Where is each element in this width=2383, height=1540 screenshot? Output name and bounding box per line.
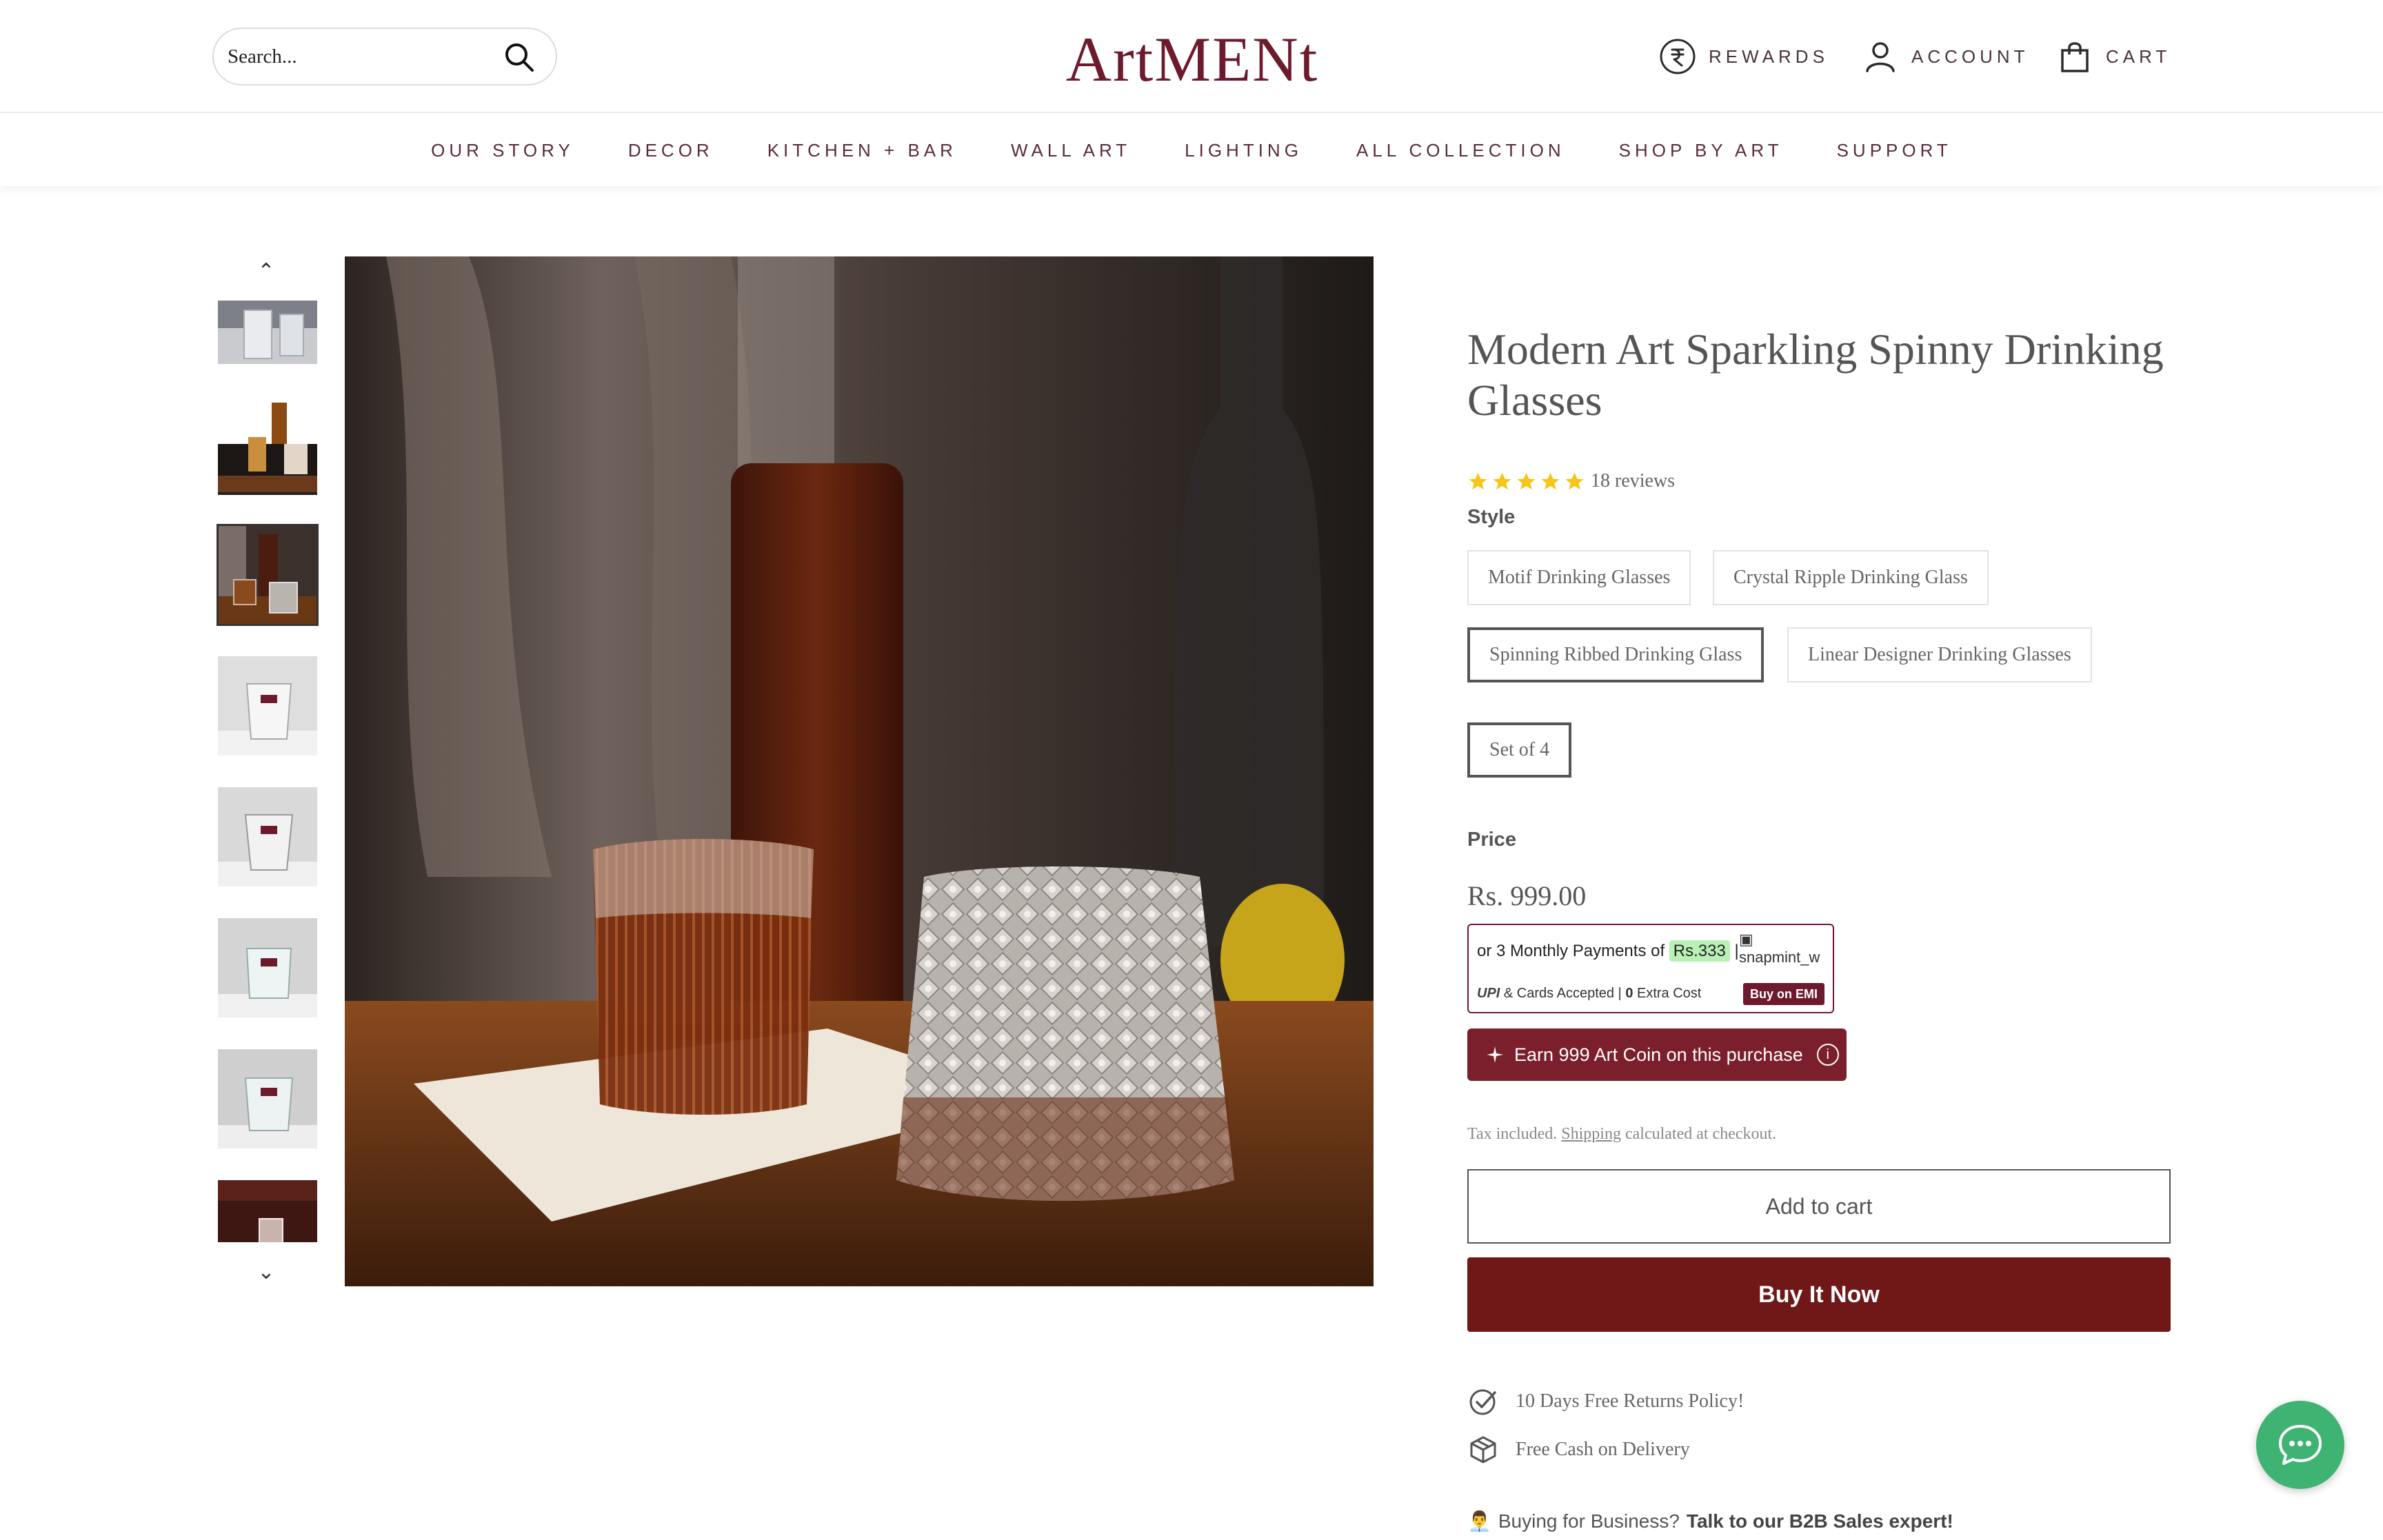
art-coin-text: Earn 999 Art Coin on this purchase [1514, 1044, 1803, 1065]
search-box[interactable] [212, 28, 557, 85]
emi-separator: | [1734, 942, 1739, 960]
add-to-cart-button[interactable]: Add to cart [1467, 1169, 2171, 1244]
rewards-link[interactable]: REWARDS [1659, 34, 1829, 79]
buy-on-emi-button[interactable]: Buy on EMI [1743, 983, 1824, 1005]
emi-extra-zero: 0 [1625, 986, 1633, 1001]
emi-cards-text: & Cards Accepted | [1503, 986, 1622, 1001]
art-coin-banner[interactable]: Earn 999 Art Coin on this purchase i [1467, 1029, 1847, 1081]
style-option-crystal-ripple[interactable]: Crystal Ripple Drinking Glass [1713, 550, 1989, 605]
perk-cod: Free Cash on Delivery [1467, 1434, 1690, 1466]
account-label: ACCOUNT [1911, 45, 2029, 67]
broken-image-icon: ▣ [1739, 931, 1753, 948]
thumbnail[interactable] [217, 394, 319, 496]
thumbnail[interactable] [217, 917, 319, 1019]
perk-cod-text: Free Cash on Delivery [1516, 1439, 1690, 1460]
upi-logo: UPI [1477, 986, 1500, 1001]
nav-item-support[interactable]: SUPPORT [1837, 140, 1952, 161]
cart-link[interactable]: CART [2056, 34, 2171, 79]
tax-suffix: calculated at checkout. [1625, 1125, 1777, 1143]
thumbnail-down-arrow-icon[interactable]: ⌄ [252, 1259, 280, 1286]
thumbnail-selected[interactable] [217, 524, 319, 626]
b2b-note[interactable]: 👨‍💼 Buying for Business? Talk to our B2B… [1467, 1510, 1953, 1532]
pack-option-set-of-4[interactable]: Set of 4 [1467, 722, 1572, 778]
info-icon[interactable]: i [1816, 1044, 1839, 1066]
main-navigation: OUR STORY DECOR KITCHEN + BAR WALL ART L… [0, 114, 2383, 186]
site-header: ArtMENt REWARDS ACCOUNT CART [0, 0, 2383, 113]
account-link[interactable]: ACCOUNT [1862, 34, 2029, 79]
star-icon [1541, 472, 1560, 489]
perk-returns-text: 10 Days Free Returns Policy! [1516, 1390, 1744, 1412]
tax-prefix: Tax included. [1467, 1125, 1558, 1143]
perk-returns: 10 Days Free Returns Policy! [1467, 1386, 1744, 1417]
product-price: Rs. 999.00 [1467, 880, 1587, 911]
nav-item-all-collection[interactable]: ALL COLLECTION [1356, 140, 1565, 161]
sparkle-icon [1487, 1046, 1503, 1063]
shopping-bag-icon [2061, 42, 2089, 72]
thumbnail[interactable] [217, 786, 319, 888]
thumbnail[interactable] [217, 655, 319, 757]
product-title: Modern Art Sparkling Spinny Drinking Gla… [1467, 325, 2164, 425]
star-icon [1517, 472, 1536, 489]
emi-payment-methods: UPI & Cards Accepted | 0 Extra Cost [1477, 986, 1701, 1002]
thumbnail[interactable] [217, 1179, 319, 1244]
search-icon[interactable] [502, 40, 536, 74]
package-icon [1470, 1436, 1496, 1463]
review-count[interactable]: 18 reviews [1591, 470, 1675, 492]
shipping-link[interactable]: Shipping [1561, 1125, 1621, 1143]
thumbnail-up-arrow-icon[interactable]: ⌃ [252, 258, 280, 285]
product-info-panel: Modern Art Sparkling Spinny Drinking Gla… [1467, 324, 2171, 1532]
snapmint-alt-text: snapmint_w [1739, 949, 1820, 966]
thumbnail-strip [214, 299, 321, 1244]
chat-button[interactable] [2256, 1401, 2344, 1489]
thumbnail[interactable] [217, 1048, 319, 1150]
emi-prefix: or 3 Monthly Payments of [1477, 942, 1665, 960]
style-option-spinning-ribbed-selected[interactable]: Spinning Ribbed Drinking Glass [1467, 627, 1764, 682]
product-rating[interactable]: 18 reviews [1467, 470, 1675, 492]
b2b-prefix: Buying for Business? [1498, 1510, 1680, 1532]
nav-item-shop-by-art[interactable]: SHOP BY ART [1619, 140, 1783, 161]
nav-item-wall-art[interactable]: WALL ART [1011, 140, 1131, 161]
main-product-image[interactable] [345, 256, 1374, 1286]
style-option-linear-designer[interactable]: Linear Designer Drinking Glasses [1787, 627, 2092, 682]
search-input[interactable] [228, 34, 490, 79]
businessman-emoji-icon: 👨‍💼 [1467, 1510, 1491, 1532]
rewards-label: REWARDS [1709, 45, 1829, 67]
user-icon [1866, 42, 1895, 72]
nav-item-kitchen-bar[interactable]: KITCHEN + BAR [767, 140, 957, 161]
star-icon [1469, 472, 1487, 489]
emi-amount: Rs.333 [1669, 940, 1730, 962]
star-icon [1493, 472, 1511, 489]
nav-item-our-story[interactable]: OUR STORY [431, 140, 574, 161]
style-label: Style [1467, 506, 1516, 528]
rupee-coin-icon [1660, 39, 1696, 74]
b2b-cta-link[interactable]: Talk to our B2B Sales expert! [1687, 1510, 1953, 1532]
nav-item-decor[interactable]: DECOR [628, 140, 714, 161]
cart-label: CART [2106, 45, 2171, 67]
snapmint-logo-broken-image: ▣ snapmint_w [1739, 931, 1829, 976]
thumbnail[interactable] [217, 299, 319, 365]
style-option-motif[interactable]: Motif Drinking Glasses [1467, 550, 1691, 605]
emi-widget[interactable]: or 3 Monthly Payments of Rs.333 | ▣ snap… [1467, 924, 1834, 1013]
tax-note: Tax included. Shipping calculated at che… [1467, 1125, 1776, 1144]
nav-item-lighting[interactable]: LIGHTING [1185, 140, 1303, 161]
site-logo[interactable]: ArtMENt [1051, 26, 1334, 92]
buy-it-now-button[interactable]: Buy It Now [1467, 1257, 2171, 1332]
emi-extra-cost: Extra Cost [1637, 986, 1702, 1001]
check-circle-icon [1469, 1389, 1496, 1415]
chat-bubble-icon [2279, 1425, 2322, 1465]
price-label: Price [1467, 829, 1516, 851]
star-icon [1565, 472, 1584, 489]
emi-line: or 3 Monthly Payments of Rs.333 | [1477, 940, 1739, 962]
